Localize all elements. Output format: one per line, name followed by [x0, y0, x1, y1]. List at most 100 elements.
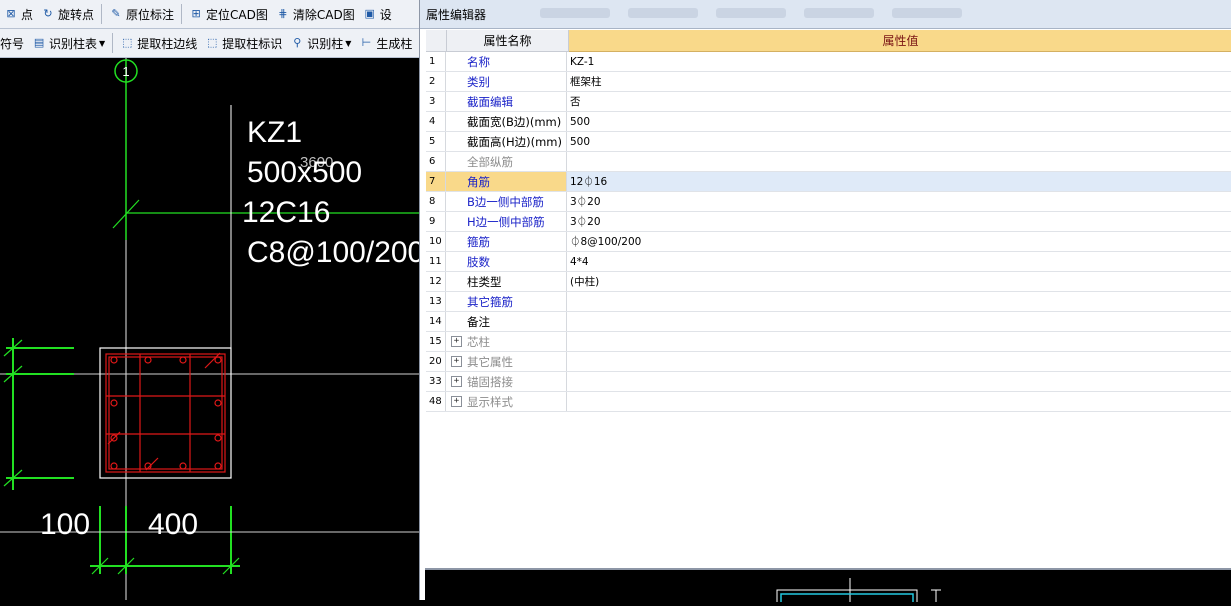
property-name-cell[interactable]: 全部纵筋 [446, 152, 567, 171]
preview-pane [425, 568, 1231, 605]
property-name-text: 类别 [467, 74, 490, 89]
property-name-text: 截面编辑 [467, 94, 513, 109]
property-name-cell[interactable]: + 芯柱 [446, 332, 567, 351]
property-value-cell[interactable] [567, 312, 1231, 331]
property-name-cell[interactable]: 截面编辑 [446, 92, 567, 111]
settings-button[interactable]: ▣ 设 [359, 2, 396, 26]
row-index: 11 [426, 252, 446, 271]
property-value-cell[interactable]: 500 [567, 112, 1231, 131]
property-value-cell[interactable] [567, 332, 1231, 351]
property-row[interactable]: 5 截面高(H边)(mm) 500 [426, 132, 1231, 152]
toolbar-row-2: 符号 ▤ 识别柱表 ▼ ⬚ 提取柱边线 ⬚ 提取柱标识 ⚲ 识别柱 ▼ ⊢ 生成… [0, 29, 420, 58]
property-name-cell[interactable]: + 显示样式 [446, 392, 567, 411]
expand-plus-icon[interactable]: + [451, 336, 462, 347]
property-row[interactable]: 15 + 芯柱 [426, 332, 1231, 352]
property-name-cell[interactable]: 截面宽(B边)(mm) [446, 112, 567, 131]
rotate-point-button[interactable]: ↻ 旋转点 [37, 2, 98, 26]
toolbar-row-1: ⊠ 点 ↻ 旋转点 ✎ 原位标注 ⊞ 定位CAD图 ⋕ 清除CAD图 ▣ 设 [0, 0, 420, 29]
property-row[interactable]: 4 截面宽(B边)(mm) 500 [426, 112, 1231, 132]
property-row[interactable]: 9 H边一侧中部筋 3⏀20 [426, 212, 1231, 232]
property-row[interactable]: 3 截面编辑 否 [426, 92, 1231, 112]
property-row[interactable]: 11 肢数 4*4 [426, 252, 1231, 272]
property-value-cell[interactable]: 12⏀16 [567, 172, 1231, 191]
property-name-text: 锚固搭接 [467, 374, 513, 389]
property-editor-titlebar[interactable]: 属性编辑器 [420, 0, 1231, 29]
expand-plus-icon[interactable]: + [451, 396, 462, 407]
chevron-down-icon: ▼ [345, 38, 352, 48]
property-name-cell[interactable]: + 锚固搭接 [446, 372, 567, 391]
property-value-cell[interactable] [567, 372, 1231, 391]
property-value-cell[interactable]: ⏀8@100/200 [567, 232, 1231, 251]
property-name-cell[interactable]: 肢数 [446, 252, 567, 271]
row-index: 14 [426, 312, 446, 331]
property-row[interactable]: 48 + 显示样式 [426, 392, 1231, 412]
toolbar-separator [101, 4, 103, 24]
property-value-cell[interactable]: 500 [567, 132, 1231, 151]
property-row[interactable]: 1 名称 KZ-1 [426, 52, 1231, 72]
row-index: 48 [426, 392, 446, 411]
property-value-cell[interactable]: 4*4 [567, 252, 1231, 271]
property-row[interactable]: 2 类别 框架柱 [426, 72, 1231, 92]
row-index: 2 [426, 72, 446, 91]
property-value-cell[interactable]: (中柱) [567, 272, 1231, 291]
property-name-text: 截面宽(B边)(mm) [467, 114, 562, 129]
toolbar-separator [181, 4, 183, 24]
extract-mark-button[interactable]: ⬚ 提取柱标识 [201, 31, 286, 55]
locate-icon: ⊞ [191, 7, 201, 20]
property-name-cell[interactable]: 箍筋 [446, 232, 567, 251]
row-index: 10 [426, 232, 446, 251]
property-row[interactable]: 13 其它箍筋 [426, 292, 1231, 312]
row-index: 5 [426, 132, 446, 151]
property-value-cell[interactable]: 3⏀20 [567, 192, 1231, 211]
property-name-cell[interactable]: 备注 [446, 312, 567, 331]
property-name-cell[interactable]: 名称 [446, 52, 567, 71]
row-index: 12 [426, 272, 446, 291]
property-value-cell[interactable]: KZ-1 [567, 52, 1231, 71]
property-value-cell[interactable] [567, 152, 1231, 171]
recognize-table-button[interactable]: ▤ 识别柱表 ▼ [28, 31, 109, 55]
symbol-button[interactable]: 符号 [0, 31, 28, 55]
column-rebar-text: 12C16 [242, 196, 330, 229]
property-name-cell[interactable]: 类别 [446, 72, 567, 91]
property-row[interactable]: 7 角筋 12⏀16 [426, 172, 1231, 192]
property-row[interactable]: 33 + 锚固搭接 [426, 372, 1231, 392]
cad-canvas[interactable]: 1 3600 KZ1 500x500 12C16 C8@100/200 100 … [0, 58, 419, 600]
property-name-cell[interactable]: + 其它属性 [446, 352, 567, 371]
property-name-cell[interactable]: H边一侧中部筋 [446, 212, 567, 231]
property-value-cell[interactable]: 否 [567, 92, 1231, 111]
expand-plus-icon[interactable]: + [451, 356, 462, 367]
property-row[interactable]: 12 柱类型 (中柱) [426, 272, 1231, 292]
point-button[interactable]: ⊠ 点 [0, 2, 37, 26]
property-value-cell[interactable] [567, 392, 1231, 411]
recognize-col-button[interactable]: ⚲ 识别柱 ▼ [286, 31, 355, 55]
generate-col-button[interactable]: ⊢ 生成柱 [355, 31, 416, 55]
property-value-cell[interactable]: 框架柱 [567, 72, 1231, 91]
row-index: 13 [426, 292, 446, 311]
property-name-text: 其它箍筋 [467, 294, 513, 309]
header-name-cell: 属性名称 [447, 30, 569, 52]
property-name-cell[interactable]: 角筋 [446, 172, 567, 191]
property-name-cell[interactable]: B边一侧中部筋 [446, 192, 567, 211]
origin-label-button[interactable]: ✎ 原位标注 [105, 2, 178, 26]
extract-edge-button[interactable]: ⬚ 提取柱边线 [116, 31, 201, 55]
property-name-text: 芯柱 [467, 334, 490, 349]
property-row[interactable]: 14 备注 [426, 312, 1231, 332]
property-row[interactable]: 6 全部纵筋 [426, 152, 1231, 172]
locate-cad-button[interactable]: ⊞ 定位CAD图 [185, 2, 272, 26]
property-name-cell[interactable]: 截面高(H边)(mm) [446, 132, 567, 151]
table-icon: ▤ [33, 36, 45, 49]
property-row[interactable]: 20 + 其它属性 [426, 352, 1231, 372]
row-index: 1 [426, 52, 446, 71]
property-row[interactable]: 10 箍筋 ⏀8@100/200 [426, 232, 1231, 252]
property-value-cell[interactable]: 3⏀20 [567, 212, 1231, 231]
property-value-cell[interactable] [567, 352, 1231, 371]
clear-cad-button[interactable]: ⋕ 清除CAD图 [272, 2, 359, 26]
row-index: 9 [426, 212, 446, 231]
point-icon: ⊠ [6, 7, 16, 20]
property-value-cell[interactable] [567, 292, 1231, 311]
axis-number: 1 [122, 64, 129, 79]
expand-plus-icon[interactable]: + [451, 376, 462, 387]
property-name-cell[interactable]: 其它箍筋 [446, 292, 567, 311]
property-name-cell[interactable]: 柱类型 [446, 272, 567, 291]
property-row[interactable]: 8 B边一侧中部筋 3⏀20 [426, 192, 1231, 212]
